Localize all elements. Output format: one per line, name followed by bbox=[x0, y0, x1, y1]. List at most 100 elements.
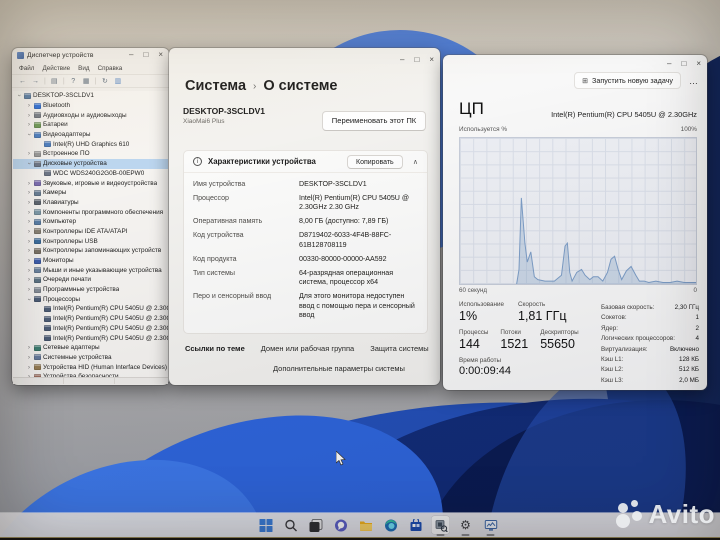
close-button[interactable]: × bbox=[158, 51, 163, 59]
related-links-title: Ссылки по теме bbox=[185, 344, 245, 353]
expand-chevron-icon[interactable]: › bbox=[26, 296, 33, 302]
tree-item[interactable]: Intel(R) Pentium(R) CPU 5405U @ 2.30GHz bbox=[13, 324, 168, 334]
tree-item[interactable]: › Компоненты программного обеспечения bbox=[13, 207, 168, 217]
tree-item-label: Мониторы bbox=[43, 257, 74, 265]
cpu-usage-chart[interactable] bbox=[459, 137, 697, 285]
scan-hardware-icon[interactable]: ↻ bbox=[100, 77, 109, 85]
search-icon[interactable] bbox=[282, 516, 300, 534]
menu-file[interactable]: Файл bbox=[19, 65, 34, 72]
rename-pc-button[interactable]: Переименовать этот ПК bbox=[322, 111, 426, 131]
chevron-up-icon[interactable]: ∧ bbox=[413, 158, 418, 166]
forward-icon[interactable]: → bbox=[31, 78, 40, 85]
back-icon[interactable]: ← bbox=[18, 78, 27, 85]
tree-item[interactable]: › Камеры bbox=[13, 188, 168, 198]
domain-workgroup-link[interactable]: Домен или рабочая группа bbox=[261, 344, 354, 353]
minimize-button[interactable]: – bbox=[400, 56, 404, 64]
expand-chevron-icon[interactable]: › bbox=[16, 93, 23, 99]
file-explorer-icon[interactable] bbox=[357, 516, 375, 534]
maximize-button[interactable]: □ bbox=[681, 60, 686, 68]
edge-icon[interactable] bbox=[382, 516, 400, 534]
expand-chevron-icon[interactable]: › bbox=[26, 180, 32, 187]
system-protection-link[interactable]: Защита системы bbox=[370, 344, 428, 353]
tree-item[interactable]: Intel(R) Pentium(R) CPU 5405U @ 2.30GHz bbox=[13, 314, 168, 324]
chat-icon[interactable] bbox=[332, 516, 350, 534]
close-button[interactable]: × bbox=[696, 60, 701, 68]
tree-item[interactable]: › Очереди печати bbox=[13, 275, 168, 285]
maximize-button[interactable]: □ bbox=[414, 56, 419, 64]
tree-item[interactable]: Intel(R) Pentium(R) CPU 5405U @ 2.30GHz bbox=[13, 304, 168, 314]
minimize-button[interactable]: – bbox=[667, 60, 671, 68]
expand-chevron-icon[interactable]: › bbox=[26, 209, 32, 216]
menu-help[interactable]: Справка bbox=[98, 65, 123, 72]
chart-x-left-label: 60 секунд bbox=[459, 287, 488, 294]
expand-chevron-icon[interactable]: › bbox=[26, 161, 33, 167]
expand-chevron-icon[interactable]: › bbox=[26, 132, 33, 138]
tree-item[interactable]: › Процессоры bbox=[13, 294, 168, 304]
expand-chevron-icon[interactable]: › bbox=[26, 121, 32, 128]
tree-item[interactable]: › Звуковые, игровые и видеоустройства bbox=[13, 178, 168, 188]
menu-action[interactable]: Действие bbox=[42, 65, 70, 72]
expand-chevron-icon[interactable]: › bbox=[26, 189, 32, 196]
copy-button[interactable]: Копировать bbox=[346, 154, 403, 169]
advanced-system-settings-link[interactable]: Дополнительные параметры системы bbox=[273, 364, 405, 373]
tree-item[interactable]: › Мыши и иные указывающие устройства bbox=[13, 265, 168, 275]
tree-item[interactable]: › Встроенное ПО bbox=[13, 149, 168, 159]
tree-item[interactable]: › Дисковые устройства bbox=[13, 158, 168, 169]
tree-item[interactable]: Intel(R) UHD Graphics 610 bbox=[13, 139, 168, 149]
show-tree-icon[interactable]: ▤ bbox=[50, 77, 59, 85]
help-icon[interactable]: ? bbox=[69, 78, 78, 85]
tree-item-label: Компьютер bbox=[43, 218, 77, 226]
tree-item[interactable]: › Мониторы bbox=[13, 256, 168, 266]
tree-item[interactable]: › Программные устройства bbox=[13, 285, 168, 295]
expand-chevron-icon[interactable]: › bbox=[26, 344, 32, 351]
expand-chevron-icon[interactable]: › bbox=[26, 276, 32, 283]
minimize-button[interactable]: – bbox=[129, 51, 133, 59]
tree-item[interactable]: › DESKTOP-3SCLDV1 bbox=[13, 91, 168, 101]
start-icon[interactable] bbox=[257, 516, 275, 534]
expand-chevron-icon[interactable]: › bbox=[26, 150, 32, 157]
toolbar-separator: | bbox=[44, 77, 46, 85]
tree-item[interactable]: › Видеоадаптеры bbox=[13, 130, 168, 140]
tree-item[interactable]: WDC WDS240G2G0B-00EPW0 bbox=[13, 169, 168, 179]
tree-item[interactable]: › Контроллеры USB bbox=[13, 236, 168, 246]
expand-chevron-icon[interactable]: › bbox=[26, 112, 32, 119]
expand-chevron-icon[interactable]: › bbox=[26, 199, 32, 206]
tree-item[interactable]: › Bluetooth bbox=[13, 101, 168, 111]
specs-header[interactable]: i Характеристики устройства Копировать ∧ bbox=[184, 151, 427, 173]
tree-item[interactable]: › Аудиовходы и аудиовыходы bbox=[13, 110, 168, 120]
task-view-icon[interactable] bbox=[307, 516, 325, 534]
tree-item[interactable]: › Контроллеры IDE ATA/ATAPI bbox=[13, 227, 168, 237]
close-button[interactable]: × bbox=[429, 56, 434, 64]
tree-item[interactable]: › Контроллеры запоминающих устройств bbox=[13, 246, 168, 256]
task-manager-icon[interactable] bbox=[482, 516, 500, 536]
breadcrumb-system[interactable]: Система bbox=[185, 78, 246, 94]
tree-item[interactable]: › Устройства HID (Human Interface Devices… bbox=[13, 362, 168, 372]
expand-chevron-icon[interactable]: › bbox=[26, 238, 32, 245]
tree-item[interactable]: › Компьютер bbox=[13, 217, 168, 227]
more-options-icon[interactable]: … bbox=[689, 76, 699, 86]
tree-item[interactable]: › Сетевые адаптеры bbox=[13, 343, 168, 353]
expand-chevron-icon[interactable]: › bbox=[26, 257, 32, 264]
expand-chevron-icon[interactable]: › bbox=[26, 286, 32, 293]
run-new-task-button[interactable]: ⊞ Запустить новую задачу bbox=[574, 72, 681, 89]
cpu-details: Базовая скорость: 2,30 ГГц Сокетов: 1 Ядер: 2… bbox=[601, 303, 699, 386]
settings-icon[interactable]: ⚙ bbox=[457, 516, 475, 536]
tree-item[interactable]: › Батареи bbox=[13, 120, 168, 130]
expand-chevron-icon[interactable]: › bbox=[26, 102, 32, 109]
tree-item[interactable]: › Системные устройства bbox=[13, 353, 168, 363]
maximize-button[interactable]: □ bbox=[143, 51, 148, 59]
expand-chevron-icon[interactable]: › bbox=[26, 218, 32, 225]
expand-chevron-icon[interactable]: › bbox=[26, 228, 32, 235]
tree-item[interactable]: › Клавиатуры bbox=[13, 198, 168, 208]
expand-chevron-icon[interactable]: › bbox=[26, 364, 32, 371]
tree-item[interactable]: Intel(R) Pentium(R) CPU 5405U @ 2.30GHz bbox=[13, 333, 168, 343]
expand-chevron-icon[interactable]: › bbox=[26, 247, 32, 254]
computer-view-icon[interactable]: ▥ bbox=[113, 77, 122, 85]
expand-chevron-icon[interactable]: › bbox=[26, 354, 32, 361]
device-manager-icon[interactable] bbox=[431, 516, 450, 536]
expand-chevron-icon[interactable]: › bbox=[26, 267, 32, 274]
printer-icon bbox=[34, 276, 41, 283]
microsoft-store-icon[interactable] bbox=[407, 516, 425, 534]
menu-view[interactable]: Вид bbox=[78, 65, 89, 72]
properties-icon[interactable]: ▦ bbox=[82, 77, 91, 85]
